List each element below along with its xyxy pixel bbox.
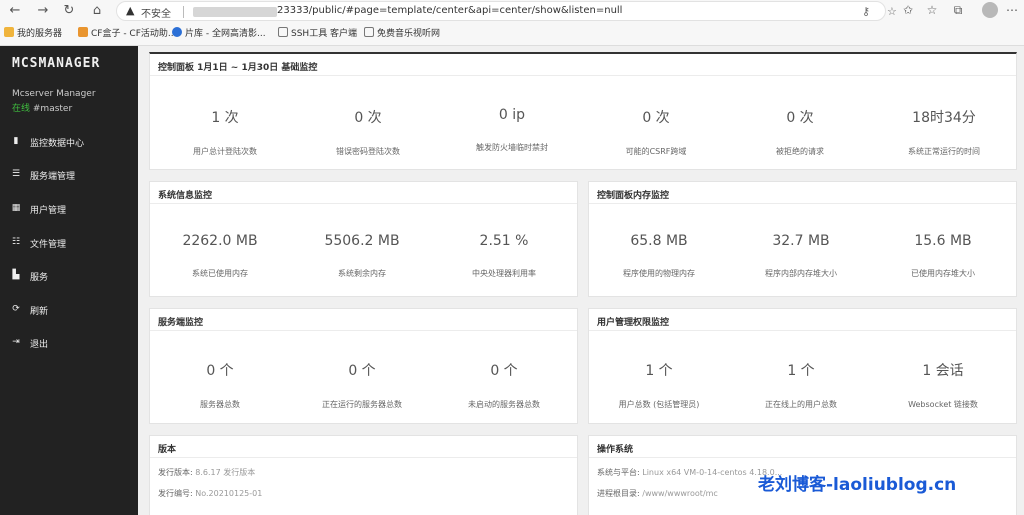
stat-rejected: 0 次 被拒绝的请求 [776,110,824,156]
home-icon[interactable]: ⌂ [88,3,106,19]
panel-title: 控制面板内存监控 [597,191,670,201]
collections-star-icon[interactable]: ✩ [900,3,916,17]
profile-avatar[interactable] [982,2,998,18]
stat-physical-memory: 65.8 MB 程序使用的物理内存 [623,233,695,278]
user-status: 在线 #master [12,101,72,114]
stat-csrf: 0 次 可能的CSRF跨域 [625,110,687,156]
url-host-redacted [193,7,277,17]
bar-chart-icon: ▮ [13,136,19,146]
current-user: #master [32,104,73,114]
bookmark-item[interactable]: 我的服务器 [4,26,62,39]
stat-user-total: 1 个 用户总数 (包括管理员) [618,363,700,409]
panel-header: 控制面板 1月1日 ~ 1月30日 基础监控 [150,54,1016,76]
panel-header: 操作系统 [589,436,1016,458]
panel-header: 系统信息监控 [150,182,577,204]
key-icon[interactable]: ⚷ [862,5,870,18]
process-root-row: 进程根目录: /www/wwwroot/mc [597,489,718,498]
user-permission-panel: 用户管理权限监控 1 个 用户总数 (包括管理员) 1 个 正在线上的用户总数 … [588,308,1017,424]
sidebar-item-servers[interactable]: ☰ 服务端管理 [0,165,138,187]
stat-free-memory: 5506.2 MB 系统剩余内存 [324,233,400,278]
page-icon [278,27,288,37]
stat-heap-total: 32.7 MB 程序内部内存堆大小 [765,233,837,278]
favorites-bar-icon[interactable]: ☆ [924,3,940,17]
panel-title: 操作系统 [597,445,634,455]
sidebar-item-service[interactable]: ▙ 服务 [0,266,138,288]
bookmark-item[interactable]: SSH工具 客户端 [278,26,357,39]
stat-heap-used: 15.6 MB 已使用内存堆大小 [911,233,975,278]
stat-wrong-password: 0 次 错误密码登陆次数 [336,110,400,156]
sidebar-item-logout[interactable]: ⇥ 退出 [0,333,138,355]
bookmark-item[interactable]: CF盒子 - CF活动助... [78,26,176,39]
stat-cpu-usage: 2.51 % 中央处理器利用率 [472,233,536,278]
panel-header: 用户管理权限监控 [589,309,1016,331]
favorite-star-icon[interactable]: ☆ [887,5,897,18]
system-info-panel: 系统信息监控 2262.0 MB 系统已使用内存 5506.2 MB 系统剩余内… [149,181,578,297]
warning-icon: ▲ [126,4,135,17]
panel-title: 版本 [158,445,177,455]
app-logo: MCSMANAGER [12,56,101,71]
stat-server-running: 0 个 正在运行的服务器总数 [322,363,402,409]
online-status: 在线 [12,104,31,114]
page-icon [364,27,374,37]
reload-icon[interactable]: ↻ [60,3,78,19]
stat-uptime: 18时34分 系统正常运行的时间 [908,110,980,156]
watermark-text: 老刘博客-laoliublog.cn [758,475,957,495]
panel-header: 服务端监控 [150,309,577,331]
panel-title: 控制面板 1月1日 ~ 1月30日 基础监控 [158,63,318,73]
release-version-row: 发行版本: 8.6.17 发行版本 [158,468,256,477]
server-monitor-panel: 服务端监控 0 个 服务器总数 0 个 正在运行的服务器总数 0 个 未启动的服… [149,308,578,424]
browser-toolbar: ← → ↻ ⌂ ▲ 不安全 23333/public/#page=templat… [0,0,1024,22]
refresh-icon: ⟳ [12,304,20,314]
sidebar-item-refresh[interactable]: ⟳ 刷新 [0,300,138,322]
panel-header: 版本 [150,436,577,458]
user-grid-icon: ▦ [11,203,21,213]
release-number-row: 发行编号: No.20210125-01 [158,489,263,498]
insecure-label: 不安全 [141,9,171,20]
panel-title: 系统信息监控 [158,191,213,201]
url-separator [183,6,184,18]
version-panel: 版本 发行版本: 8.6.17 发行版本 发行编号: No.20210125-0… [149,435,578,515]
address-bar[interactable]: ▲ 不安全 23333/public/#page=template/center… [116,1,897,21]
folder-icon [4,27,14,37]
stat-used-memory: 2262.0 MB 系统已使用内存 [182,233,258,278]
stat-server-stopped: 0 个 未启动的服务器总数 [468,363,540,409]
stat-firewall-ban: 0 ip 触发防火墙临时禁封 [476,107,548,152]
more-menu-icon[interactable]: ⋯ [1004,3,1020,17]
sidebar: MCSMANAGER Mcserver Manager 在线 #master ▮… [0,46,138,515]
browser-chrome: ← → ↻ ⌂ ▲ 不安全 23333/public/#page=templat… [0,0,1024,46]
copy-tabs-icon[interactable]: ⧉ [950,3,966,18]
forward-icon[interactable]: → [34,3,52,19]
panel-memory-panel: 控制面板内存监控 65.8 MB 程序使用的物理内存 32.7 MB 程序内部内… [588,181,1017,297]
app-subtitle: Mcserver Manager [12,89,96,99]
panel-header: 控制面板内存监控 [589,182,1016,204]
sidebar-item-monitor[interactable]: ▮ 监控数据中心 [0,132,138,154]
film-icon [172,27,182,37]
basic-monitor-panel: 控制面板 1月1日 ~ 1月30日 基础监控 1 次 用户总计登陆次数 0 次 … [149,52,1017,170]
back-icon[interactable]: ← [6,3,24,19]
system-platform-row: 系统与平台: Linux x64 VM-0-14-centos 4.18.0..… [597,468,783,477]
cf-box-icon [78,27,88,37]
logout-icon: ⇥ [12,337,20,347]
panel-title: 服务端监控 [158,318,204,328]
stat-user-online: 1 个 正在线上的用户总数 [765,363,837,409]
url-text: 23333/public/#page=template/center&api=c… [277,5,623,16]
stat-server-total: 0 个 服务器总数 [200,363,240,409]
bookmark-item[interactable]: 免费音乐视听网 [364,26,440,39]
stat-login-count: 1 次 用户总计登陆次数 [193,110,257,156]
bookmark-item[interactable]: 片库 - 全网高清影... [172,26,266,39]
sidebar-item-files[interactable]: ☷ 文件管理 [0,233,138,255]
sidebar-item-users[interactable]: ▦ 用户管理 [0,199,138,221]
main-content: 控制面板 1月1日 ~ 1月30日 基础监控 1 次 用户总计登陆次数 0 次 … [138,46,1024,515]
service-icon: ▙ [12,270,20,280]
bookmarks-bar: 我的服务器 CF盒子 - CF活动助... 片库 - 全网高清影... SSH工… [0,24,1024,44]
file-list-icon: ☷ [11,237,21,247]
stat-websocket: 1 会话 Websocket 链接数 [908,363,978,409]
server-list-icon: ☰ [11,169,21,179]
panel-title: 用户管理权限监控 [597,318,670,328]
